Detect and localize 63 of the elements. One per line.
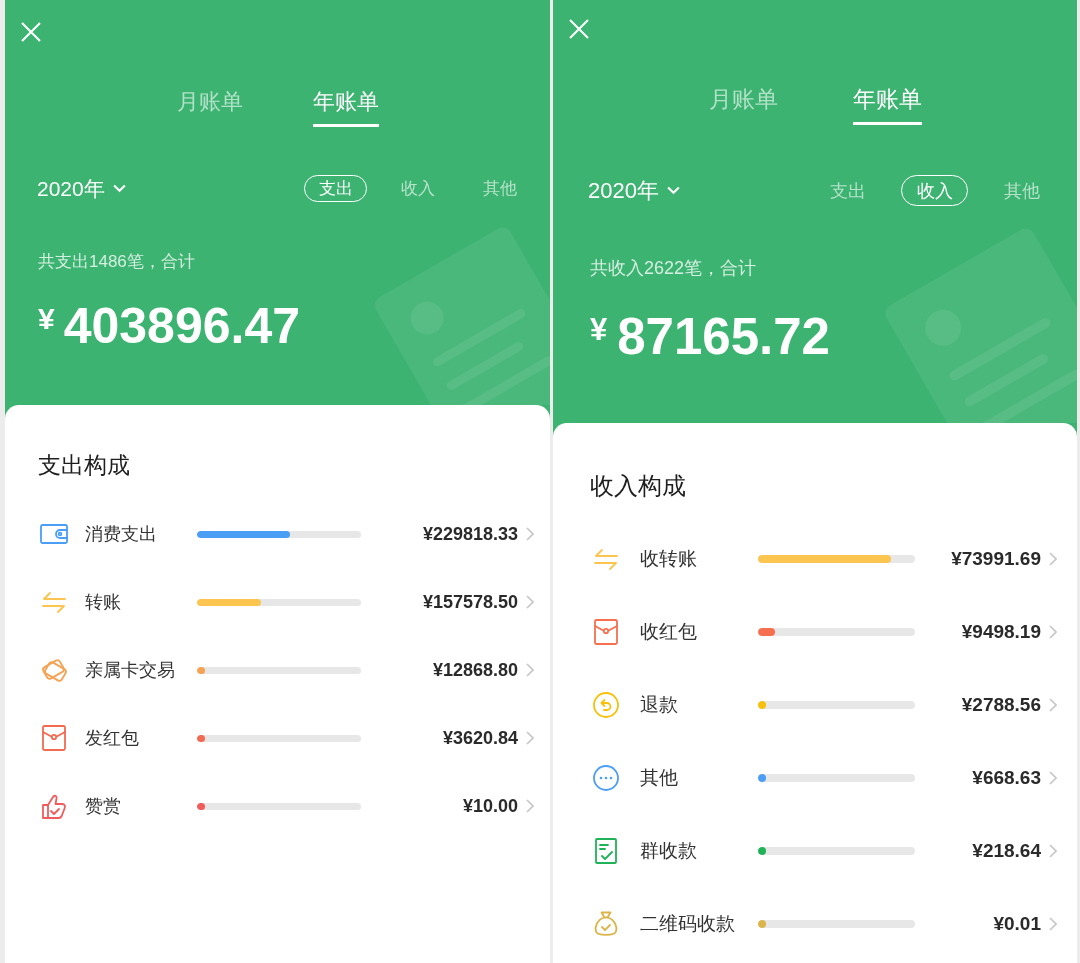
year-dropdown[interactable]: 2020年	[588, 177, 680, 204]
cards-icon	[40, 656, 68, 684]
chevron-down-icon	[666, 186, 680, 195]
close-icon[interactable]	[569, 19, 589, 39]
summary-caption: 共支出1486笔，合计	[38, 251, 195, 273]
chevron-right-icon[interactable]	[526, 595, 534, 609]
filter-tab[interactable]: 收入	[386, 175, 449, 202]
category-label: 赞赏	[85, 795, 121, 818]
amount-text: ¥3620.84	[442, 727, 518, 750]
summary-caption: 共收入2622笔，合计	[590, 257, 757, 279]
chevron-right-icon[interactable]	[526, 799, 534, 813]
amount-text: ¥0.01	[993, 911, 1041, 936]
category-label: 收红包	[640, 619, 697, 644]
category-label: 亲属卡交易	[85, 659, 175, 682]
category-label: 消费支出	[85, 523, 157, 546]
amount-text: ¥229818.33	[422, 523, 518, 546]
amount-text: ¥668.63	[972, 765, 1041, 790]
chevron-right-icon[interactable]	[526, 527, 534, 541]
amount-text: ¥157578.50	[422, 591, 518, 614]
circle-undo-icon	[592, 690, 620, 719]
total-amount: 403896.47	[63, 301, 301, 351]
amount-text: ¥10.00	[462, 795, 518, 818]
chevron-right-icon[interactable]	[1049, 916, 1057, 931]
amount-text: ¥2788.56	[961, 692, 1041, 717]
filter-tab[interactable]: 其他	[468, 175, 531, 202]
total-amount: 87165.72	[617, 311, 830, 362]
amount-text: ¥218.64	[972, 838, 1041, 863]
envelope-icon	[40, 724, 68, 752]
thumbs-up-icon	[40, 792, 68, 820]
currency-symbol: ¥	[38, 304, 55, 334]
tab[interactable]: 年账单	[852, 86, 922, 125]
tab[interactable]: 年账单	[312, 89, 379, 127]
year-dropdown[interactable]: 2020年	[37, 175, 126, 202]
category-label: 收转账	[640, 546, 697, 571]
section-title: 收入构成	[590, 471, 686, 501]
chevron-right-icon[interactable]	[526, 731, 534, 745]
checklist-icon	[592, 836, 620, 865]
chevron-right-icon[interactable]	[1049, 551, 1057, 566]
amount-text: ¥9498.19	[961, 619, 1041, 644]
chevron-right-icon[interactable]	[526, 663, 534, 677]
envelope-icon	[592, 617, 620, 646]
filter-tab[interactable]: 支出	[814, 175, 881, 206]
chevron-down-icon	[112, 184, 126, 193]
category-label: 群收款	[640, 838, 697, 863]
chevron-right-icon[interactable]	[1049, 770, 1057, 785]
section-title: 支出构成	[38, 451, 130, 480]
chevron-right-icon[interactable]	[1049, 843, 1057, 858]
amount-text: ¥73991.69	[951, 546, 1041, 571]
tab[interactable]: 月账单	[708, 86, 778, 125]
category-label: 二维码收款	[640, 911, 735, 936]
filter-tab[interactable]: 其他	[988, 175, 1055, 206]
category-label: 退款	[640, 692, 678, 717]
more-icon	[592, 763, 620, 792]
chevron-right-icon[interactable]	[1049, 624, 1057, 639]
close-icon[interactable]	[21, 22, 41, 42]
money-bag-icon	[592, 909, 620, 938]
currency-symbol: ¥	[590, 314, 608, 345]
category-label: 发红包	[85, 727, 139, 750]
chevron-right-icon[interactable]	[1049, 697, 1057, 712]
tab[interactable]: 月账单	[176, 89, 243, 127]
amount-text: ¥12868.80	[432, 659, 518, 682]
category-label: 转账	[85, 591, 121, 614]
category-label: 其他	[640, 765, 678, 790]
